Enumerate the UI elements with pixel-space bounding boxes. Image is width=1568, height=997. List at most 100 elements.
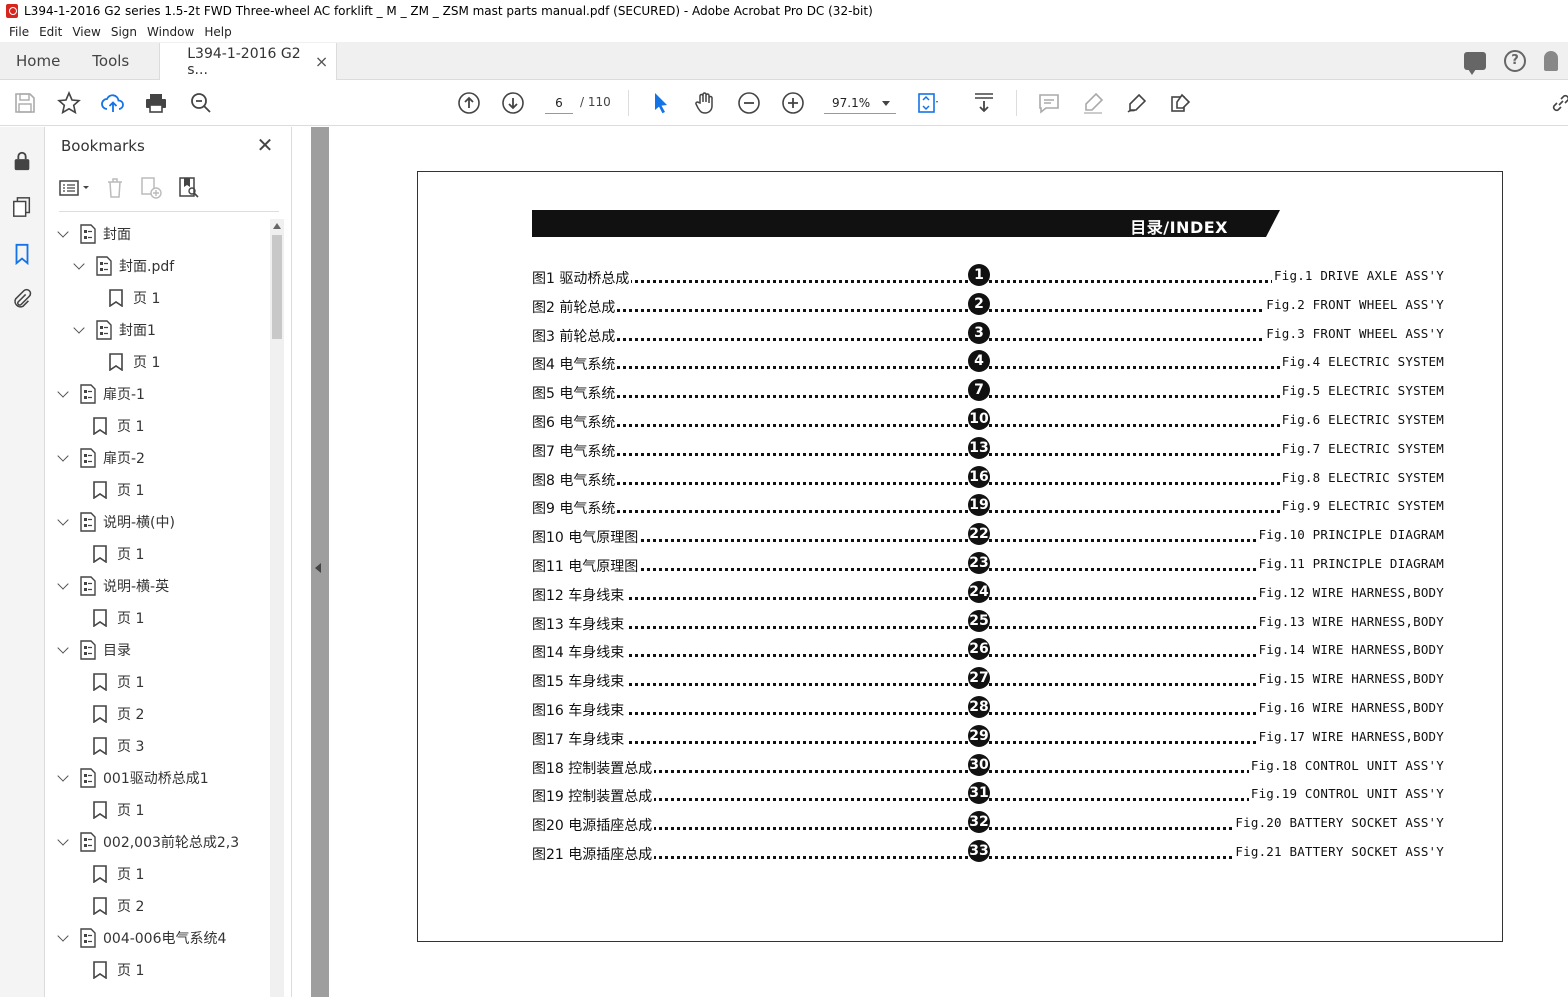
menu-window[interactable]: Window <box>142 25 199 39</box>
menu-help[interactable]: Help <box>199 25 236 39</box>
entry-title-cn: 图16 车身线束 <box>532 700 627 720</box>
pages-thumbnail-icon[interactable] <box>10 195 34 219</box>
bookmark-page[interactable]: 页 1 <box>93 474 144 506</box>
zoom-in-icon[interactable] <box>781 91 805 115</box>
bookmark-node[interactable]: 001驱动桥总成1 <box>57 762 209 794</box>
chevron-down-icon[interactable] <box>57 228 69 240</box>
page-number-badge: 16 <box>968 466 990 488</box>
draw-sign-icon[interactable] <box>1125 91 1149 115</box>
attachment-icon[interactable] <box>10 287 34 311</box>
bookmark-page[interactable]: 页 2 <box>93 698 144 730</box>
link-icon[interactable] <box>1549 91 1568 115</box>
highlight-pen-icon[interactable] <box>1081 91 1105 115</box>
chevron-down-icon[interactable] <box>57 580 69 592</box>
search-zoom-icon[interactable] <box>189 91 213 115</box>
chevron-down-icon[interactable] <box>57 388 69 400</box>
bookmark-page[interactable]: 页 1 <box>93 666 144 698</box>
bookmark-page[interactable]: 页 3 <box>93 730 144 762</box>
bookmark-node[interactable]: 扉页-2 <box>57 442 145 474</box>
next-page-icon[interactable] <box>501 91 525 115</box>
page-number-input[interactable]: 6 <box>545 92 573 114</box>
bookmark-page[interactable]: 页 1 <box>109 346 160 378</box>
bookmark-node[interactable]: 004-006电气系统4 <box>57 922 226 954</box>
page-number-badge: 26 <box>968 638 990 660</box>
new-bookmark-icon[interactable] <box>139 176 163 203</box>
bookmark-node[interactable]: 002,003前轮总成2,3 <box>57 826 239 858</box>
comment-bubble-icon[interactable] <box>1464 51 1486 75</box>
edit-stamp-icon[interactable] <box>1169 91 1193 115</box>
chevron-down-icon[interactable] <box>57 836 69 848</box>
chevron-down-icon[interactable] <box>73 260 85 272</box>
menu-edit[interactable]: Edit <box>34 25 67 39</box>
index-entry: 图13 车身线束 25 Fig.13 WIRE HARNESS,BODY <box>532 610 1444 634</box>
chevron-down-icon[interactable] <box>57 452 69 464</box>
bookmark-page[interactable]: 页 1 <box>93 538 144 570</box>
entry-title-cn: 图14 车身线束 <box>532 642 627 662</box>
entry-title-en: Fig.20 BATTERY SOCKET ASS'Y <box>1233 815 1444 830</box>
chevron-down-icon[interactable] <box>57 644 69 656</box>
bookmark-page[interactable]: 页 1 <box>93 794 144 826</box>
previous-page-icon[interactable] <box>457 91 481 115</box>
index-entry: 图17 车身线束 29 Fig.17 WIRE HARNESS,BODY <box>532 725 1444 749</box>
save-icon[interactable] <box>13 91 37 115</box>
delete-bookmark-icon[interactable] <box>105 177 125 202</box>
menu-file[interactable]: File <box>4 25 34 39</box>
main-toolbar: 6 / 110 97.1% <box>0 80 1568 126</box>
bookmark-node[interactable]: 封面1 <box>73 314 156 346</box>
options-menu-icon[interactable] <box>59 178 91 201</box>
bookmark-label: 扉页-1 <box>103 387 145 403</box>
bookmark-icon <box>93 481 107 500</box>
zoom-level-select[interactable]: 97.1% <box>824 92 896 114</box>
tab-document[interactable]: L394-1-2016 G2 s... × <box>159 43 338 80</box>
star-icon[interactable] <box>57 91 81 115</box>
bookmark-page[interactable]: 页 1 <box>93 954 144 986</box>
index-entry: 图11 电气原理图 23 Fig.11 PRINCIPLE DIAGRAM <box>532 552 1444 576</box>
help-icon[interactable]: ? <box>1504 49 1526 72</box>
bookmark-label: 004-006电气系统4 <box>103 931 227 947</box>
page-number-badge: 7 <box>968 379 990 401</box>
bookmarks-scroll-thumb[interactable] <box>272 235 282 339</box>
chevron-down-icon[interactable] <box>57 516 69 528</box>
entry-title-cn: 图15 车身线束 <box>532 671 627 691</box>
scroll-mode-icon[interactable] <box>972 91 996 115</box>
panel-collapse-handle[interactable] <box>311 127 329 997</box>
lock-icon[interactable] <box>10 149 34 173</box>
tab-close-icon[interactable]: × <box>315 52 328 71</box>
menu-view[interactable]: View <box>67 25 105 39</box>
bookmark-panel-icon[interactable] <box>10 242 34 266</box>
fit-page-icon[interactable] <box>916 91 940 115</box>
bookmark-page[interactable]: 页 1 <box>93 602 144 634</box>
chevron-down-icon[interactable] <box>57 932 69 944</box>
bookmark-icon <box>93 961 107 980</box>
bookmark-node[interactable]: 说明-横(中) <box>57 506 175 538</box>
index-banner: 目录/INDEX <box>532 210 1280 237</box>
bookmark-page[interactable]: 页 1 <box>93 858 144 890</box>
comment-icon[interactable] <box>1037 91 1061 115</box>
zoom-out-icon[interactable] <box>737 91 761 115</box>
bookmark-node[interactable]: 封面.pdf <box>73 250 174 282</box>
page-number-badge: 4 <box>968 350 990 372</box>
bookmark-node[interactable]: 说明-横-英 <box>57 570 169 602</box>
tab-home[interactable]: Home <box>0 42 76 79</box>
chevron-down-icon[interactable] <box>57 772 69 784</box>
tab-tools[interactable]: Tools <box>76 42 145 79</box>
select-cursor-icon[interactable] <box>649 91 673 115</box>
find-bookmark-icon[interactable] <box>177 176 201 203</box>
bookmark-page[interactable]: 页 2 <box>93 890 144 922</box>
print-icon[interactable] <box>144 91 168 115</box>
hand-tool-icon[interactable] <box>693 91 717 115</box>
bookmark-page[interactable]: 页 1 <box>93 410 144 442</box>
bookmark-node[interactable]: 扉页-1 <box>57 378 145 410</box>
close-icon[interactable]: ✕ <box>255 133 275 157</box>
bookmark-tree-icon <box>79 448 97 468</box>
page-number-badge: 30 <box>968 754 990 776</box>
bookmark-node[interactable]: 目录 <box>57 634 131 666</box>
menu-sign[interactable]: Sign <box>106 25 142 39</box>
bookmark-node[interactable]: 封面 <box>57 218 131 250</box>
notification-bell-icon[interactable] <box>1544 50 1558 71</box>
chevron-down-icon[interactable] <box>73 324 85 336</box>
bookmark-page[interactable]: 页 1 <box>109 282 160 314</box>
index-entry: 图8 电气系统 16 Fig.8 ELECTRIC SYSTEM <box>532 466 1444 490</box>
cloud-upload-icon[interactable] <box>101 91 125 115</box>
scroll-up-arrow-icon[interactable] <box>273 223 281 229</box>
